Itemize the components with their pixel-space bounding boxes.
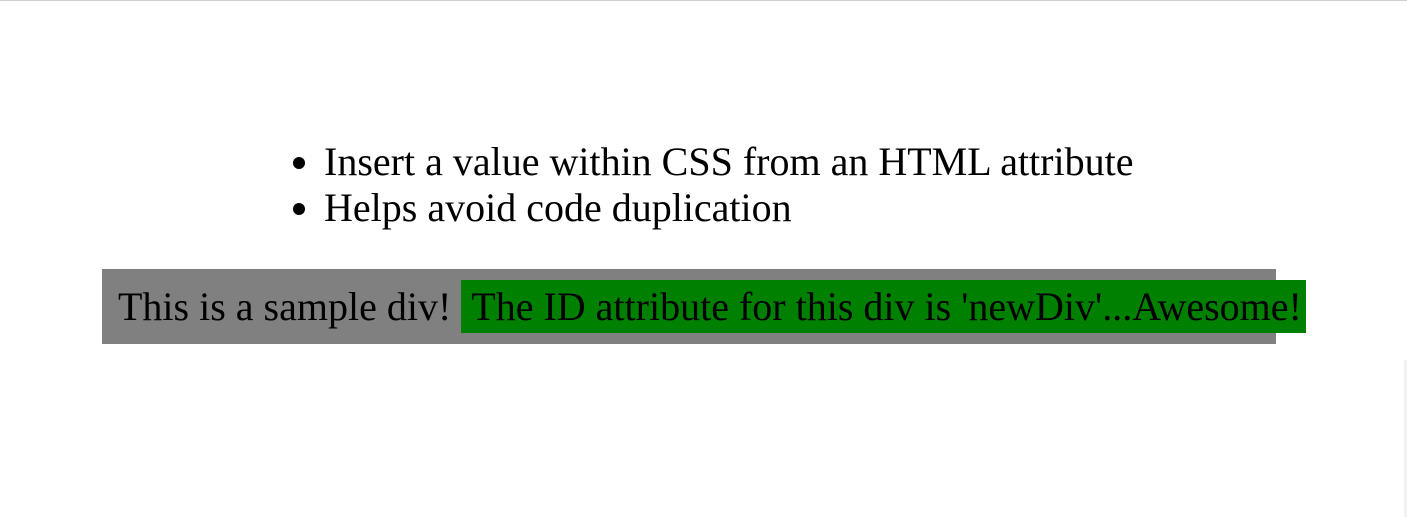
sample-div-attribute-text: The ID attribute for this div is 'newDiv… — [461, 280, 1306, 333]
list-item: Insert a value within CSS from an HTML a… — [324, 139, 1133, 185]
page-top-border — [0, 0, 1407, 1]
sample-div: This is a sample div! The ID attribute f… — [102, 269, 1306, 344]
sample-div-text: This is a sample div! — [118, 284, 452, 329]
list-item: Helps avoid code duplication — [324, 185, 1133, 231]
feature-list: Insert a value within CSS from an HTML a… — [324, 139, 1133, 231]
